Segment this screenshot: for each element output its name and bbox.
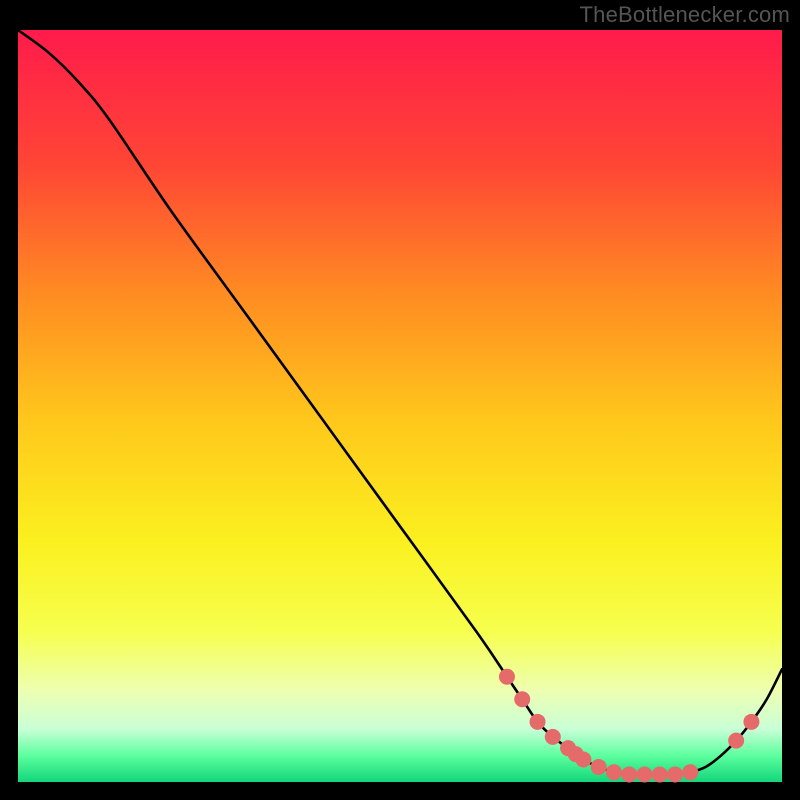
marker-dot	[591, 759, 607, 775]
marker-dot	[667, 766, 683, 782]
chart-container: TheBottlenecker.com	[0, 0, 800, 800]
marker-dot	[545, 729, 561, 745]
plot-background	[18, 30, 782, 782]
marker-dot	[728, 733, 744, 749]
marker-dot	[636, 766, 652, 782]
watermark-text: TheBottlenecker.com	[580, 2, 790, 28]
marker-dot	[499, 669, 515, 685]
marker-dot	[514, 691, 530, 707]
marker-dot	[606, 764, 622, 780]
marker-dot	[530, 714, 546, 730]
marker-dot	[652, 766, 668, 782]
marker-dot	[621, 766, 637, 782]
chart-svg	[0, 0, 800, 800]
marker-dot	[682, 764, 698, 780]
marker-dot	[575, 751, 591, 767]
marker-dot	[743, 714, 759, 730]
